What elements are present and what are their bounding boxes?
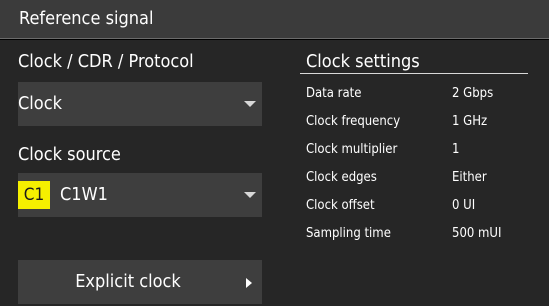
channel-badge: C1 bbox=[18, 181, 50, 209]
chevron-down-icon bbox=[244, 101, 256, 107]
setting-row-sampling-time: Sampling time 500 mUI bbox=[306, 223, 536, 245]
reference-type-value: Clock bbox=[18, 93, 62, 114]
setting-row-clock-edges: Clock edges Either bbox=[306, 167, 536, 189]
reference-signal-panel: Clock / CDR / Protocol Clock Clock sourc… bbox=[0, 40, 549, 306]
divider bbox=[300, 73, 528, 74]
clock-source-value: C1W1 bbox=[60, 184, 108, 205]
setting-label: Data rate bbox=[306, 86, 362, 101]
setting-value: 500 mUI bbox=[452, 226, 502, 241]
reference-signal-dialog: Reference signal Clock / CDR / Protocol … bbox=[0, 0, 549, 306]
setting-value: 1 GHz bbox=[452, 114, 488, 129]
setting-label: Clock edges bbox=[306, 170, 377, 185]
setting-value: 0 UI bbox=[452, 198, 476, 213]
setting-label: Sampling time bbox=[306, 226, 391, 241]
setting-label: Clock offset bbox=[306, 198, 375, 213]
setting-row-clock-offset: Clock offset 0 UI bbox=[306, 195, 536, 217]
chevron-down-icon bbox=[244, 192, 256, 198]
setting-value: Either bbox=[452, 170, 487, 185]
setting-label: Clock multiplier bbox=[306, 142, 398, 157]
clock-source-dropdown[interactable]: C1 C1W1 bbox=[18, 173, 262, 217]
arrow-right-icon bbox=[246, 278, 252, 288]
reference-type-label: Clock / CDR / Protocol bbox=[18, 51, 194, 72]
clock-source-label: Clock source bbox=[18, 144, 121, 165]
setting-value: 1 bbox=[452, 142, 460, 157]
title-bar: Reference signal bbox=[0, 0, 549, 39]
explicit-clock-label: Explicit clock bbox=[75, 271, 181, 292]
setting-row-clock-frequency: Clock frequency 1 GHz bbox=[306, 111, 536, 133]
setting-row-clock-multiplier: Clock multiplier 1 bbox=[306, 139, 536, 161]
setting-row-data-rate: Data rate 2 Gbps bbox=[306, 83, 536, 105]
reference-type-dropdown[interactable]: Clock bbox=[18, 82, 262, 126]
dialog-title: Reference signal bbox=[19, 8, 154, 29]
setting-value: 2 Gbps bbox=[452, 86, 494, 101]
setting-label: Clock frequency bbox=[306, 114, 401, 129]
clock-settings-title: Clock settings bbox=[306, 51, 420, 72]
explicit-clock-button[interactable]: Explicit clock bbox=[18, 260, 262, 304]
